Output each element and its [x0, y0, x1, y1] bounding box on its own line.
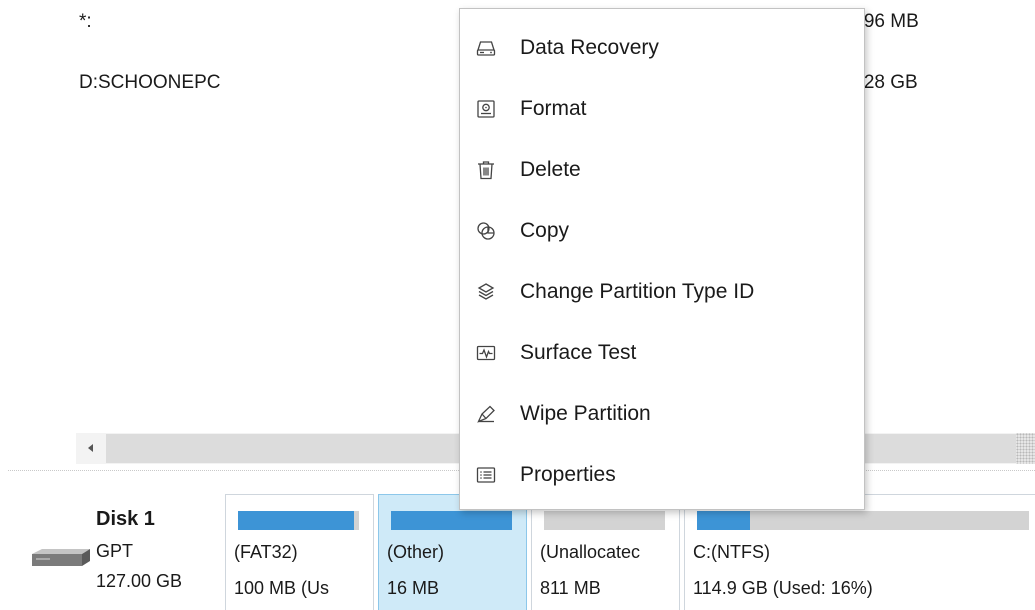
disk-partition-style: GPT	[96, 541, 134, 561]
partition-manager-window: *: 5.96 MB D:SCHOONEPC 8.28 GB Disk 1 GP…	[0, 0, 1035, 610]
partition-block-detail: 100 MB (Us	[234, 578, 330, 598]
partition-block-label: (Unallocatec	[540, 542, 641, 562]
scrollbar-grip[interactable]	[1016, 433, 1035, 464]
menu-item-label: Delete	[520, 158, 581, 181]
usage-bar-fill	[238, 511, 355, 530]
partition-name: *:	[79, 11, 92, 32]
partition-name: D:SCHOONEPC	[79, 72, 221, 93]
surface-test-icon	[475, 342, 497, 364]
menu-item-wipe-partition[interactable]: Wipe Partition	[460, 384, 864, 444]
menu-item-format[interactable]: Format	[460, 79, 864, 139]
eraser-icon	[475, 403, 497, 425]
usage-bar	[544, 511, 665, 530]
menu-item-copy[interactable]: Copy	[460, 201, 864, 261]
menu-item-data-recovery[interactable]: Data Recovery	[460, 18, 864, 78]
partition-block[interactable]: (FAT32) 100 MB (Us	[225, 494, 374, 610]
drive-recovery-icon	[475, 37, 497, 59]
menu-item-label: Change Partition Type ID	[520, 280, 755, 303]
usage-bar-fill	[697, 511, 751, 530]
menu-item-label: Properties	[520, 463, 616, 486]
disk-title: Disk 1	[96, 508, 155, 530]
menu-item-label: Format	[520, 97, 587, 120]
hard-disk-icon	[32, 549, 90, 566]
context-menu: Data Recovery Format Delete Copy Change …	[459, 8, 865, 510]
properties-icon	[475, 464, 497, 486]
menu-item-properties[interactable]: Properties	[460, 445, 864, 505]
disk-capacity: 127.00 GB	[96, 571, 183, 591]
partition-block[interactable]: (Other) 16 MB	[378, 494, 527, 610]
copy-icon	[475, 220, 497, 242]
menu-item-change-partition-type-id[interactable]: Change Partition Type ID	[460, 262, 864, 322]
layers-icon	[475, 281, 497, 303]
usage-bar	[697, 511, 1029, 530]
partition-block-detail: 811 MB	[540, 578, 601, 598]
menu-item-surface-test[interactable]: Surface Test	[460, 323, 864, 383]
usage-bar-fill	[391, 511, 512, 530]
partition-block-detail: 16 MB	[387, 578, 440, 598]
menu-item-label: Data Recovery	[520, 36, 659, 59]
menu-item-delete[interactable]: Delete	[460, 140, 864, 200]
format-icon	[475, 98, 497, 120]
partition-block-label: (FAT32)	[234, 542, 298, 562]
scroll-left-arrow-icon[interactable]	[76, 433, 104, 464]
usage-bar	[391, 511, 512, 530]
trash-icon	[475, 159, 497, 181]
partition-block-detail: 114.9 GB (Used: 16%)	[693, 578, 873, 598]
usage-bar	[238, 511, 359, 530]
partition-block[interactable]: C:(NTFS) 114.9 GB (Used: 16%)	[684, 494, 1035, 610]
menu-item-label: Copy	[520, 219, 570, 242]
menu-item-label: Surface Test	[520, 341, 637, 364]
partition-block-label: (Other)	[387, 542, 445, 562]
partition-block-label: C:(NTFS)	[693, 542, 770, 562]
menu-item-label: Wipe Partition	[520, 402, 651, 425]
partition-block[interactable]: (Unallocatec 811 MB	[531, 494, 680, 610]
disk-header[interactable]: Disk 1 GPT 127.00 GB	[8, 490, 222, 610]
